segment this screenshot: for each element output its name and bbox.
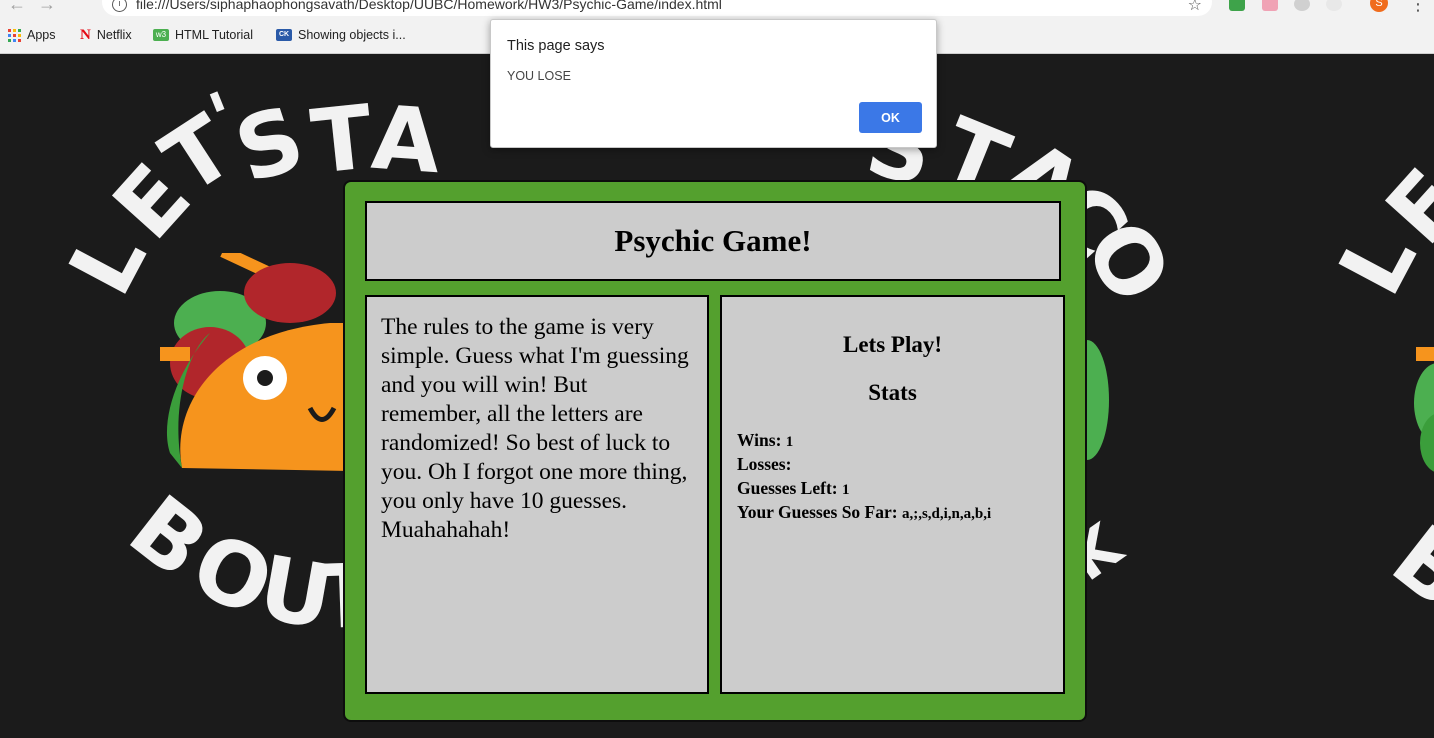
stats-list: Wins: 1 Losses: Guesses Left: 1 Your Gue… [737, 429, 991, 525]
alert-title: This page says [507, 38, 605, 54]
stats-box: Lets Play! Stats Wins: 1 Losses: Guesses… [720, 295, 1065, 694]
stats-heading: Stats [868, 380, 917, 405]
url-text: file:///Users/siphaphaophongsavath/Deskt… [136, 0, 722, 12]
stat-label: Wins: [737, 430, 782, 450]
alert-message: YOU LOSE [507, 69, 571, 83]
stat-label: Losses: [737, 454, 792, 474]
bookmark-label: Showing objects i... [298, 28, 406, 42]
bookmark-showing-objects[interactable]: CK Showing objects i... [276, 26, 406, 44]
stat-value: a,;,s,d,i,n,a,b,i [901, 506, 992, 522]
bookmark-label: HTML Tutorial [175, 28, 254, 42]
extension-icon[interactable] [1326, 0, 1342, 11]
play-heading: Lets Play! [842, 332, 942, 357]
game-panel: Psychic Game! The rules to the game is v… [343, 180, 1087, 722]
bookmark-star-icon[interactable]: ☆ [1188, 0, 1202, 14]
stat-wins: Wins: 1 [737, 429, 991, 453]
stat-guesses-so-far: Your Guesses So Far: a,;,s,d,i,n,a,b,i [737, 501, 991, 525]
title-box: Psychic Game! [365, 201, 1061, 281]
extension-icon[interactable] [1229, 0, 1245, 11]
art-letter: B [1373, 505, 1434, 628]
stat-value: 1 [841, 482, 850, 498]
stat-value: 1 [785, 434, 794, 450]
rules-text: The rules to the game is very simple. Gu… [381, 314, 689, 543]
stat-label: Guesses Left: [737, 478, 838, 498]
address-bar[interactable]: i file:///Users/siphaphaophongsavath/Des… [102, 0, 1212, 16]
bookmark-label: Apps [27, 28, 56, 42]
ok-button[interactable]: OK [859, 102, 922, 133]
extension-icon[interactable] [1294, 0, 1310, 11]
taco-illustration [1414, 347, 1434, 472]
stat-label: Your Guesses So Far: [737, 502, 898, 522]
menu-kebab-icon[interactable]: ⋮ [1409, 0, 1427, 15]
forward-arrow-icon[interactable]: → [38, 0, 56, 15]
art-letter: A [368, 85, 444, 194]
site-icon: CK [276, 29, 292, 41]
bookmark-apps[interactable]: Apps [8, 26, 56, 44]
stat-guesses-left: Guesses Left: 1 [737, 477, 991, 501]
alert-dialog: This page says YOU LOSE OK [490, 19, 937, 148]
stat-losses: Losses: [737, 453, 991, 477]
profile-avatar[interactable]: S [1370, 0, 1388, 12]
apps-grid-icon [8, 28, 21, 42]
back-arrow-icon[interactable]: ← [8, 0, 26, 15]
art-letter: T [306, 85, 378, 194]
bookmark-label: Netflix [96, 28, 132, 42]
bookmark-html-tutorial[interactable]: w3 HTML Tutorial [153, 26, 253, 44]
netflix-icon: N [80, 26, 91, 43]
rules-box: The rules to the game is very simple. Gu… [365, 295, 709, 694]
toolbar: ← → i file:///Users/siphaphaophongsavath… [0, 0, 1434, 16]
info-icon[interactable]: i [112, 0, 127, 12]
taco-illustration [160, 253, 350, 471]
page-title: Psychic Game! [614, 223, 812, 258]
extension-icon[interactable] [1262, 0, 1278, 11]
w3schools-icon: w3 [153, 29, 169, 41]
bookmark-netflix[interactable]: N Netflix [80, 26, 132, 44]
